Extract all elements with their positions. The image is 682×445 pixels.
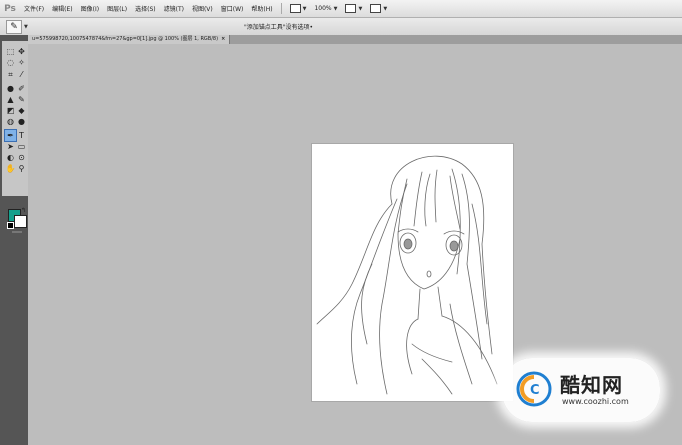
pen-tool-icon[interactable]: ✒	[4, 129, 17, 142]
hand-tool-icon[interactable]: ✋	[5, 163, 16, 174]
menu-edit[interactable]: 编辑(E)	[48, 4, 76, 13]
document-canvas[interactable]	[312, 144, 513, 401]
3d-rotate-tool-icon[interactable]: ◐	[5, 152, 16, 163]
zoom-tool-icon[interactable]: ⚲	[16, 163, 27, 174]
menubar-divider	[280, 3, 282, 14]
options-hint-text: "添加锚点工具"没有选项•	[244, 24, 314, 31]
menu-filter[interactable]: 滤镜(T)	[160, 4, 188, 13]
svg-text:C: C	[530, 383, 540, 398]
chevron-down-icon: ▼	[358, 5, 363, 12]
eyedropper-tool-icon[interactable]: ⁄	[16, 69, 27, 80]
menu-bar: Ps 文件(F) 编辑(E) 图像(I) 图层(L) 选择(S) 滤镜(T) 视…	[0, 0, 682, 18]
clone-stamp-tool-icon[interactable]: ▲	[5, 94, 16, 105]
arrange-documents-control[interactable]: ▼	[345, 4, 362, 13]
healing-brush-tool-icon[interactable]: ●	[5, 83, 16, 94]
zoom-control[interactable]: 100% ▼	[314, 5, 337, 12]
menu-file[interactable]: 文件(F)	[20, 4, 48, 13]
quick-mask-icon[interactable]	[12, 231, 22, 233]
swap-colors-icon[interactable]: ↰	[21, 207, 26, 214]
coozhi-logo-icon: C	[516, 371, 552, 407]
menu-view[interactable]: 视图(V)	[188, 4, 217, 13]
path-select-tool-icon[interactable]: ➤	[5, 141, 16, 152]
lasso-tool-icon[interactable]: ◌	[5, 57, 16, 68]
menu-help[interactable]: 帮助(H)	[247, 4, 276, 13]
chevron-down-icon: ▼	[24, 24, 28, 30]
watermark: C 酷知网 www.coozhi.com	[502, 358, 660, 422]
pen-add-anchor-icon: ✎	[6, 20, 22, 34]
crop-tool-icon[interactable]: ⌗	[5, 69, 16, 80]
shape-tool-icon[interactable]: ▭	[16, 141, 27, 152]
background-color-swatch[interactable]	[14, 215, 27, 228]
watermark-url: www.coozhi.com	[562, 397, 629, 406]
arrange-icon	[345, 4, 357, 13]
screen-mode-control[interactable]: ▼	[289, 4, 307, 13]
chevron-down-icon: ▼	[302, 5, 307, 12]
zoom-level: 100%	[314, 5, 332, 12]
options-bar: ✎ ▼ "添加锚点工具"没有选项•	[0, 18, 682, 36]
quick-select-tool-icon[interactable]: ✧	[16, 57, 27, 68]
chevron-down-icon: ▼	[333, 5, 338, 12]
menu-layer[interactable]: 图层(L)	[103, 4, 131, 13]
anime-girl-sketch	[316, 155, 498, 395]
move-tool-icon[interactable]: ✥	[16, 46, 27, 57]
dodge-tool-icon[interactable]: ●	[16, 116, 27, 127]
chevron-down-icon: ▼	[383, 5, 388, 12]
3d-orbit-tool-icon[interactable]: ⊙	[16, 152, 27, 163]
screen-mode-icon	[289, 4, 301, 13]
menu-select[interactable]: 选择(S)	[131, 4, 160, 13]
document-tab-bar: u=575998720,1007547874&fm=27&gp=0[1].jpg…	[28, 35, 682, 44]
type-tool-icon[interactable]: T	[16, 130, 27, 141]
default-colors-icon[interactable]	[7, 222, 14, 229]
eraser-tool-icon[interactable]: ◩	[5, 105, 16, 116]
close-icon[interactable]: ×	[221, 35, 225, 44]
blur-tool-icon[interactable]: ◍	[5, 116, 16, 127]
document-tab-title: u=575998720,1007547874&fm=27&gp=0[1].jpg…	[32, 36, 219, 42]
document-tab[interactable]: u=575998720,1007547874&fm=27&gp=0[1].jpg…	[28, 35, 231, 44]
marquee-tool-icon[interactable]: ⬚	[5, 46, 16, 57]
toolbox: ⬚ ✥ ◌ ✧ ⌗ ⁄ ● ✐ ▲ ✎ ◩ ◆ ◍ ● ✒ T ➤ ▭ ◐ ⊙ …	[2, 41, 28, 233]
app-logo: Ps	[4, 3, 16, 14]
menu-image[interactable]: 图像(I)	[77, 4, 103, 13]
layout-icon	[370, 4, 382, 13]
paint-bucket-tool-icon[interactable]: ◆	[16, 105, 27, 116]
watermark-brand-name: 酷知网	[560, 373, 623, 397]
screen-layout-control[interactable]: ▼	[370, 4, 387, 13]
brush-tool-icon[interactable]: ✐	[16, 83, 27, 94]
history-brush-tool-icon[interactable]: ✎	[16, 94, 27, 105]
menu-window[interactable]: 窗口(W)	[217, 4, 248, 13]
tool-preset-picker[interactable]: ✎ ▼	[6, 20, 28, 34]
